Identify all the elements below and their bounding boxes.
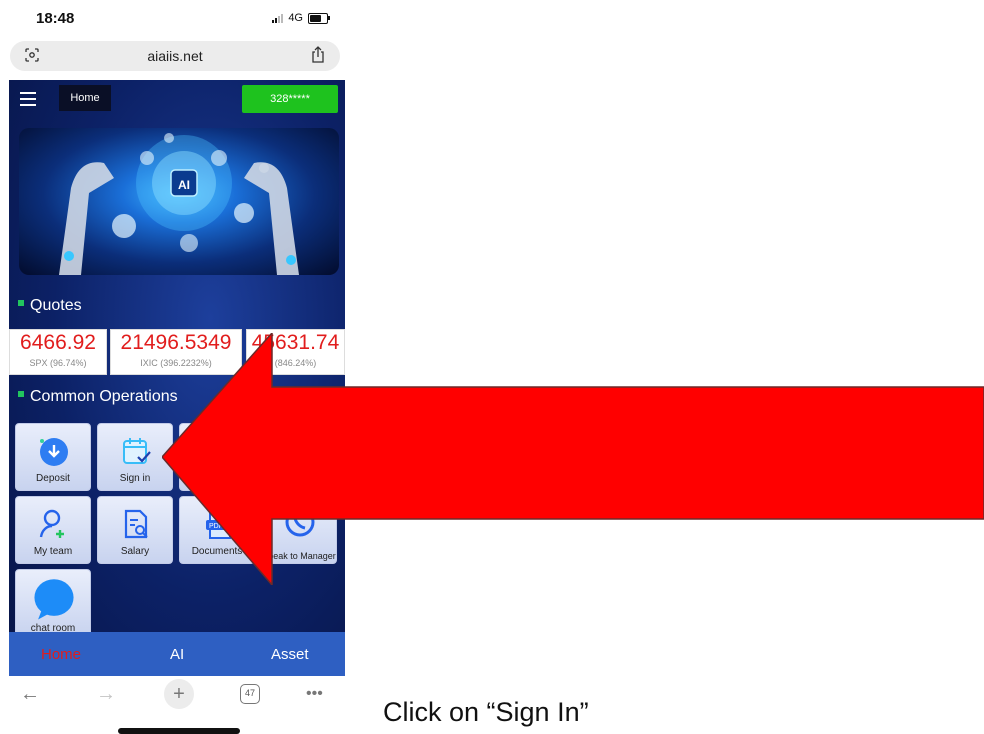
document-search-icon: [124, 509, 148, 539]
chat-bubble-icon: [34, 579, 74, 620]
annotation-arrow-icon: [162, 333, 984, 585]
forward-icon[interactable]: →: [96, 683, 116, 706]
quotes-section-title: Quotes: [18, 297, 82, 315]
hamburger-menu-icon[interactable]: [17, 89, 41, 109]
nav-asset[interactable]: Asset: [271, 646, 309, 663]
back-icon[interactable]: ←: [20, 683, 40, 706]
tabs-count-button[interactable]: 47: [240, 684, 260, 704]
add-user-icon: [39, 509, 64, 538]
tile-label: Salary: [120, 546, 150, 557]
svg-text:AI: AI: [178, 178, 190, 192]
my-team-button[interactable]: My team: [15, 496, 91, 564]
battery-icon: [308, 12, 330, 24]
new-tab-icon[interactable]: +: [164, 679, 194, 709]
quote-card[interactable]: 6466.92 SPX (96.74%): [9, 329, 107, 375]
quote-value: 6466.92: [20, 331, 96, 354]
url-text[interactable]: aiaiis.net: [10, 48, 340, 64]
section-marker-icon: [18, 299, 24, 306]
section-marker-icon: [18, 390, 24, 397]
browser-toolbar: ← → + 47 •••: [0, 677, 350, 717]
network-type: 4G: [288, 12, 303, 24]
status-bar: 18:48 4G: [0, 0, 350, 36]
share-icon[interactable]: [310, 46, 326, 64]
bottom-navigation: Home AI Asset: [9, 632, 345, 676]
instruction-caption: Click on “Sign In”: [383, 697, 589, 727]
home-indicator: [118, 728, 240, 734]
browser-url-bar[interactable]: aiaiis.net: [10, 41, 340, 71]
cloud-download-icon: [40, 438, 68, 466]
nav-home[interactable]: Home: [41, 646, 81, 663]
quote-label: SPX (96.74%): [29, 358, 87, 368]
home-breadcrumb[interactable]: Home: [59, 85, 111, 111]
status-indicators: 4G: [272, 12, 330, 24]
nav-ai[interactable]: AI: [170, 646, 184, 663]
more-options-icon[interactable]: •••: [306, 685, 323, 703]
ai-banner-image: AI: [19, 128, 339, 275]
chat-room-button[interactable]: chat room: [15, 569, 91, 637]
account-button[interactable]: 328*****: [242, 85, 338, 113]
signal-icon: [272, 13, 284, 23]
ai-robot-hands-illustration: AI: [59, 133, 299, 275]
tile-label: Sign in: [119, 473, 151, 484]
calendar-check-icon: [123, 438, 151, 464]
tile-label: My team: [33, 546, 73, 557]
status-time: 18:48: [36, 10, 75, 27]
operations-section-title: Common Operations: [18, 388, 178, 406]
deposit-button[interactable]: Deposit: [15, 423, 91, 491]
tile-label: Deposit: [36, 473, 70, 484]
